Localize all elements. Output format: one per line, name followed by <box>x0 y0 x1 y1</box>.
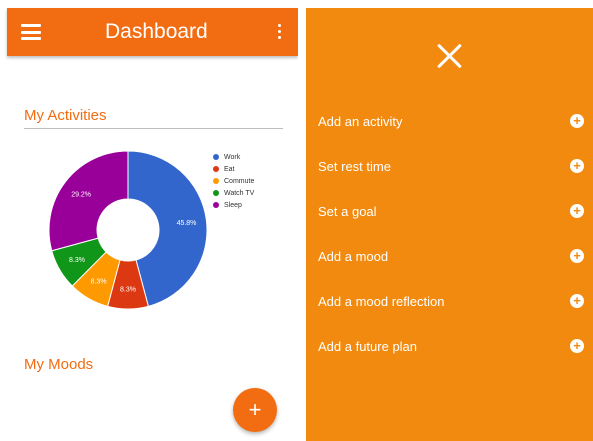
drawer-item-label: Set a goal <box>318 204 377 219</box>
slice-label-commute: 8.3% <box>91 279 107 286</box>
pie-slice-sleep <box>48 150 129 252</box>
slice-label-watch-tv: 8.3% <box>69 257 85 264</box>
legend-item: Sleep <box>213 199 254 211</box>
close-icon[interactable] <box>436 42 464 70</box>
plus-circle-icon[interactable]: + <box>570 294 584 308</box>
moods-heading: My Moods <box>24 356 94 373</box>
drawer-item-set-rest-time[interactable]: Set rest time + <box>318 155 584 179</box>
legend-label: Watch TV <box>224 189 255 197</box>
app-bar: Dashboard <box>7 8 298 56</box>
legend-label: Commute <box>224 177 255 185</box>
navigation-drawer: Add an activity + Set rest time + Set a goal… <box>306 8 593 441</box>
drawer-item-set-a-goal[interactable]: Set a goal + <box>318 200 584 224</box>
drawer-item-label: Add an activity <box>318 114 403 129</box>
menu-icon[interactable] <box>21 24 41 40</box>
chart-legend: Work Eat Commute Watch TV Sleep <box>213 151 254 211</box>
legend-label: Sleep <box>224 201 242 209</box>
page-title: Dashboard <box>105 20 208 43</box>
slice-label-work: 45.8% <box>177 220 197 227</box>
legend-label: Eat <box>224 165 235 173</box>
drawer-item-label: Add a mood reflection <box>318 294 445 309</box>
plus-circle-icon[interactable]: + <box>570 249 584 263</box>
legend-swatch <box>213 190 219 196</box>
dashboard-screen: Dashboard My Activities 45.8% 8.3% 8.3% 8.3… <box>0 0 298 441</box>
divider <box>24 128 283 129</box>
legend-swatch <box>213 154 219 160</box>
drawer-item-add-an-activity[interactable]: Add an activity + <box>318 110 584 134</box>
plus-circle-icon[interactable]: + <box>570 339 584 353</box>
activities-donut-chart: 45.8% 8.3% 8.3% 8.3% 29.2% <box>48 150 208 310</box>
plus-circle-icon[interactable]: + <box>570 114 584 128</box>
slice-label-sleep: 29.2% <box>71 192 91 199</box>
legend-item: Watch TV <box>213 187 254 199</box>
drawer-item-label: Add a future plan <box>318 339 418 354</box>
legend-swatch <box>213 178 219 184</box>
drawer-item-add-a-mood-reflection[interactable]: Add a mood reflection + <box>318 290 584 314</box>
plus-circle-icon[interactable]: + <box>570 204 584 218</box>
plus-circle-icon[interactable]: + <box>570 159 584 173</box>
drawer-item-add-a-future-plan[interactable]: Add a future plan + <box>318 335 584 359</box>
legend-swatch <box>213 166 219 172</box>
add-fab-button[interactable]: + <box>233 388 277 432</box>
legend-item: Commute <box>213 175 254 187</box>
more-options-icon[interactable] <box>278 24 282 40</box>
legend-item: Work <box>213 151 254 163</box>
legend-label: Work <box>224 153 241 161</box>
drawer-item-add-a-mood[interactable]: Add a mood + <box>318 245 584 269</box>
drawer-item-label: Set rest time <box>318 159 391 174</box>
slice-label-eat: 8.3% <box>120 287 136 294</box>
drawer-item-label: Add a mood <box>318 249 389 264</box>
activities-heading: My Activities <box>24 107 107 124</box>
legend-swatch <box>213 202 219 208</box>
legend-item: Eat <box>213 163 254 175</box>
